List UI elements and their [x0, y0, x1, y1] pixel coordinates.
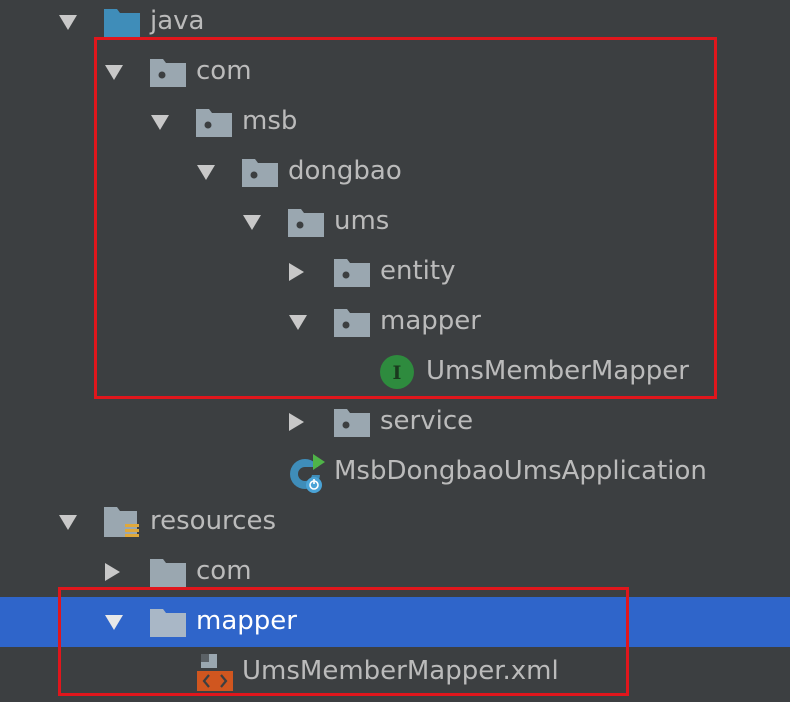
package-icon: [288, 209, 324, 237]
source-folder-icon: [104, 9, 140, 37]
expand-arrow-icon[interactable]: [195, 161, 217, 183]
tree-label: UmsMemberMapper: [426, 356, 689, 386]
tree-row-entity[interactable]: entity: [0, 247, 790, 297]
tree-label: msb: [242, 106, 298, 136]
collapse-arrow-icon[interactable]: [285, 411, 307, 433]
tree-label: resources: [150, 506, 277, 536]
package-icon: [196, 109, 232, 137]
tree-label: dongbao: [288, 156, 402, 186]
tree-row-mapper-package[interactable]: mapper: [0, 297, 790, 347]
tree-row-ums[interactable]: ums: [0, 197, 790, 247]
tree-label: mapper: [196, 606, 297, 636]
collapse-arrow-icon[interactable]: [285, 261, 307, 283]
tree-row-resources-mapper[interactable]: mapper: [0, 597, 790, 647]
expand-arrow-icon[interactable]: [103, 61, 125, 83]
spring-boot-application-icon: [290, 454, 325, 493]
tree-row-resources-com[interactable]: com: [0, 547, 790, 597]
resources-folder-icon: [104, 507, 139, 537]
package-icon: [334, 309, 370, 337]
tree-label: java: [150, 6, 205, 36]
expand-arrow-icon[interactable]: [241, 211, 263, 233]
tree-row-com[interactable]: com: [0, 47, 790, 97]
folder-icon: [150, 609, 186, 637]
tree-row-application[interactable]: MsbDongbaoUmsApplication: [0, 447, 790, 497]
tree-row-java[interactable]: java: [0, 0, 790, 47]
tree-row-dongbao[interactable]: dongbao: [0, 147, 790, 197]
tree-row-service[interactable]: service: [0, 397, 790, 447]
tree-label: UmsMemberMapper.xml: [242, 656, 559, 686]
folder-icon: [150, 559, 186, 587]
tree-label: ums: [334, 206, 390, 236]
tree-label: com: [196, 556, 252, 586]
interface-icon: I: [380, 355, 414, 389]
xml-file-icon: [197, 654, 233, 691]
tree-label: entity: [380, 256, 456, 286]
expand-arrow-icon[interactable]: [57, 511, 79, 533]
tree-label: service: [380, 406, 474, 436]
package-icon: [150, 59, 186, 87]
expand-arrow-icon[interactable]: [103, 611, 125, 633]
tree-label: com: [196, 56, 252, 86]
interface-letter: I: [393, 362, 402, 384]
tree-row-resources[interactable]: resources: [0, 497, 790, 547]
expand-arrow-icon[interactable]: [287, 311, 309, 333]
tree-row-msb[interactable]: msb: [0, 97, 790, 147]
package-icon: [334, 259, 370, 287]
collapse-arrow-icon[interactable]: [101, 561, 123, 583]
tree-label: MsbDongbaoUmsApplication: [334, 456, 707, 486]
expand-arrow-icon[interactable]: [149, 111, 171, 133]
expand-arrow-icon[interactable]: [57, 11, 79, 33]
project-tree: java com msb dongbao ums entity mapper I…: [0, 0, 790, 702]
tree-label: mapper: [380, 306, 481, 336]
tree-row-umsmembermapper[interactable]: I UmsMemberMapper: [0, 347, 790, 397]
package-icon: [242, 159, 278, 187]
tree-row-xml[interactable]: UmsMemberMapper.xml: [0, 647, 790, 697]
package-icon: [334, 409, 370, 437]
